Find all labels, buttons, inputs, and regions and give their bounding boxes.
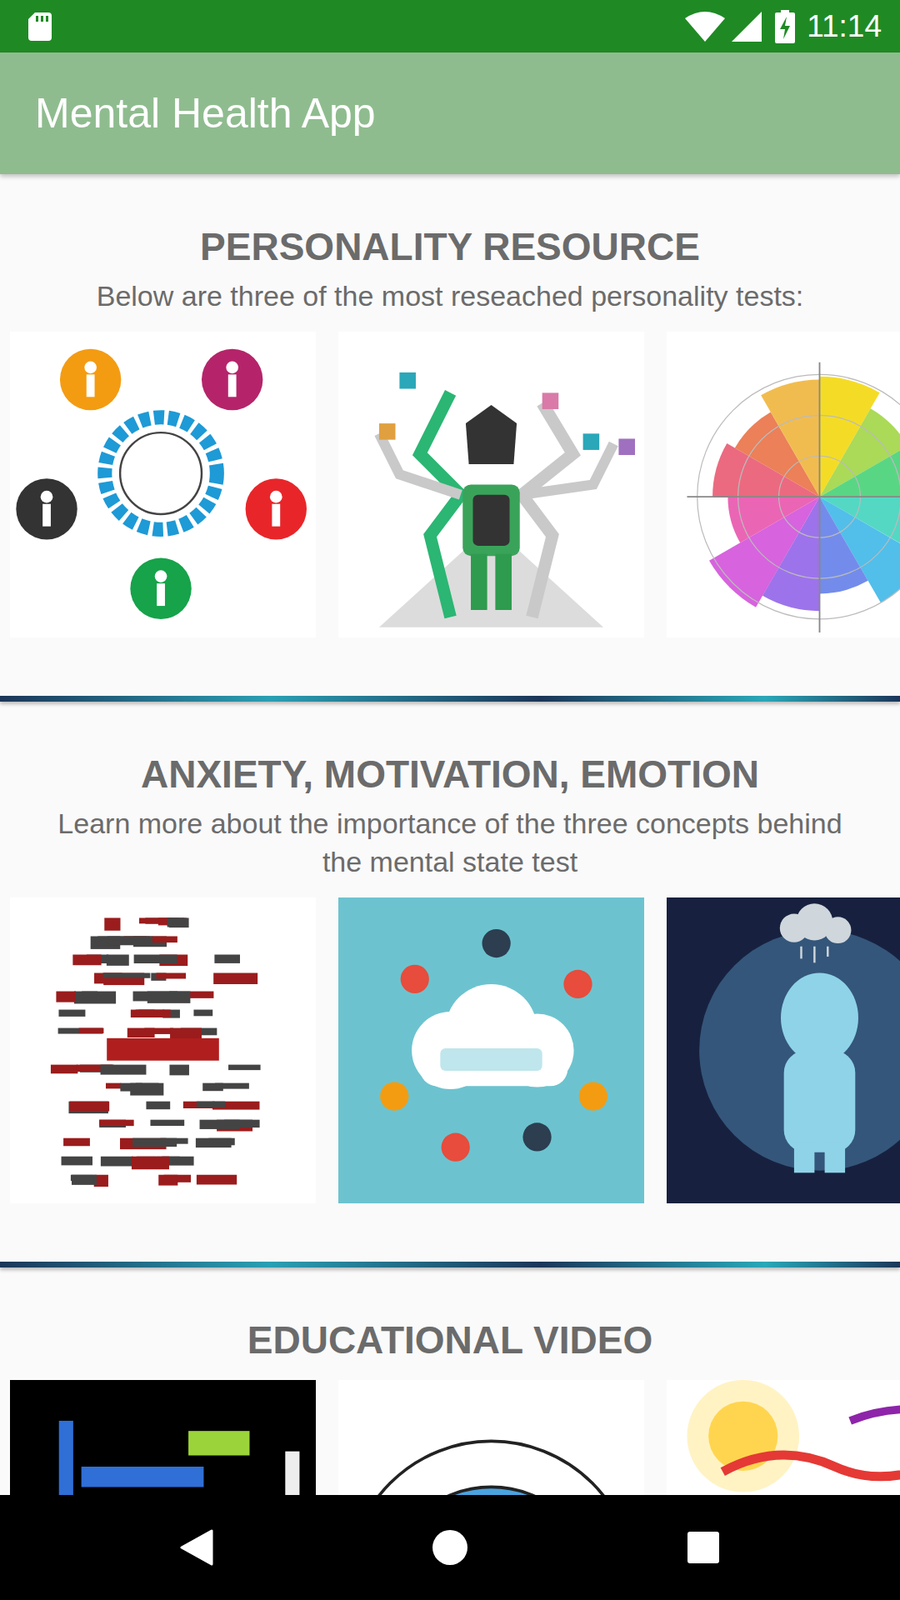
big-five-illustration — [10, 331, 316, 638]
resource-image[interactable] — [666, 1380, 900, 1495]
resource-image[interactable] — [10, 1380, 316, 1495]
anxiety-word-cloud-illustration — [10, 897, 316, 1204]
personality-wheel-illustration — [666, 331, 900, 638]
resource-image[interactable] — [666, 897, 900, 1204]
recents-button[interactable] — [670, 1514, 737, 1581]
resource-image[interactable] — [338, 1380, 645, 1495]
navigation-bar — [0, 1495, 900, 1600]
section-title: ANXIETY, MOTIVATION, EMOTION — [0, 751, 900, 798]
clock: 11:14 — [806, 10, 882, 42]
signal-icon — [731, 11, 762, 42]
growth-mindset-illustration — [338, 1380, 645, 1495]
sd-card-icon — [28, 12, 52, 41]
resource-image[interactable] — [338, 897, 645, 1204]
content-section: ANXIETY, MOTIVATION, EMOTION Learn more a… — [0, 701, 900, 1262]
battery-icon — [775, 10, 795, 44]
section-title: EDUCATIONAL VIDEO — [0, 1317, 900, 1364]
resource-image[interactable] — [338, 331, 645, 638]
neuroticism-illustration — [666, 897, 900, 1204]
mindfulness-illustration — [666, 1380, 900, 1495]
home-icon — [431, 1529, 469, 1566]
resource-image[interactable] — [10, 897, 316, 1204]
maze-person-illustration — [338, 331, 645, 638]
section-divider — [0, 1261, 900, 1268]
image-carousel[interactable] — [0, 897, 900, 1204]
back-button[interactable] — [163, 1514, 230, 1581]
image-carousel[interactable] — [0, 1380, 900, 1495]
section-subtitle: Below are three of the most reseached pe… — [0, 276, 900, 315]
app-title: Mental Health App — [35, 88, 376, 139]
resource-image[interactable] — [666, 331, 900, 638]
image-carousel[interactable] — [0, 331, 900, 638]
section-subtitle: Learn more about the importance of the t… — [0, 804, 900, 881]
resource-image[interactable] — [10, 331, 316, 638]
content-section: EDUCATIONAL VIDEO — [0, 1267, 900, 1495]
personality-words-illustration — [10, 1380, 316, 1495]
back-icon — [180, 1529, 214, 1566]
section-title: PERSONALITY RESOURCE — [0, 224, 900, 270]
recents-icon — [686, 1530, 720, 1565]
section-divider — [0, 695, 900, 702]
home-button[interactable] — [416, 1514, 484, 1581]
content[interactable]: PERSONALITY RESOURCE Below are three of t… — [0, 174, 900, 1495]
app-bar: Mental Health App — [0, 52, 900, 175]
content-section: PERSONALITY RESOURCE Below are three of t… — [0, 174, 900, 696]
wifi-icon — [685, 11, 725, 42]
motivation-illustration — [338, 897, 645, 1204]
status-bar: 11:14 — [0, 0, 900, 53]
